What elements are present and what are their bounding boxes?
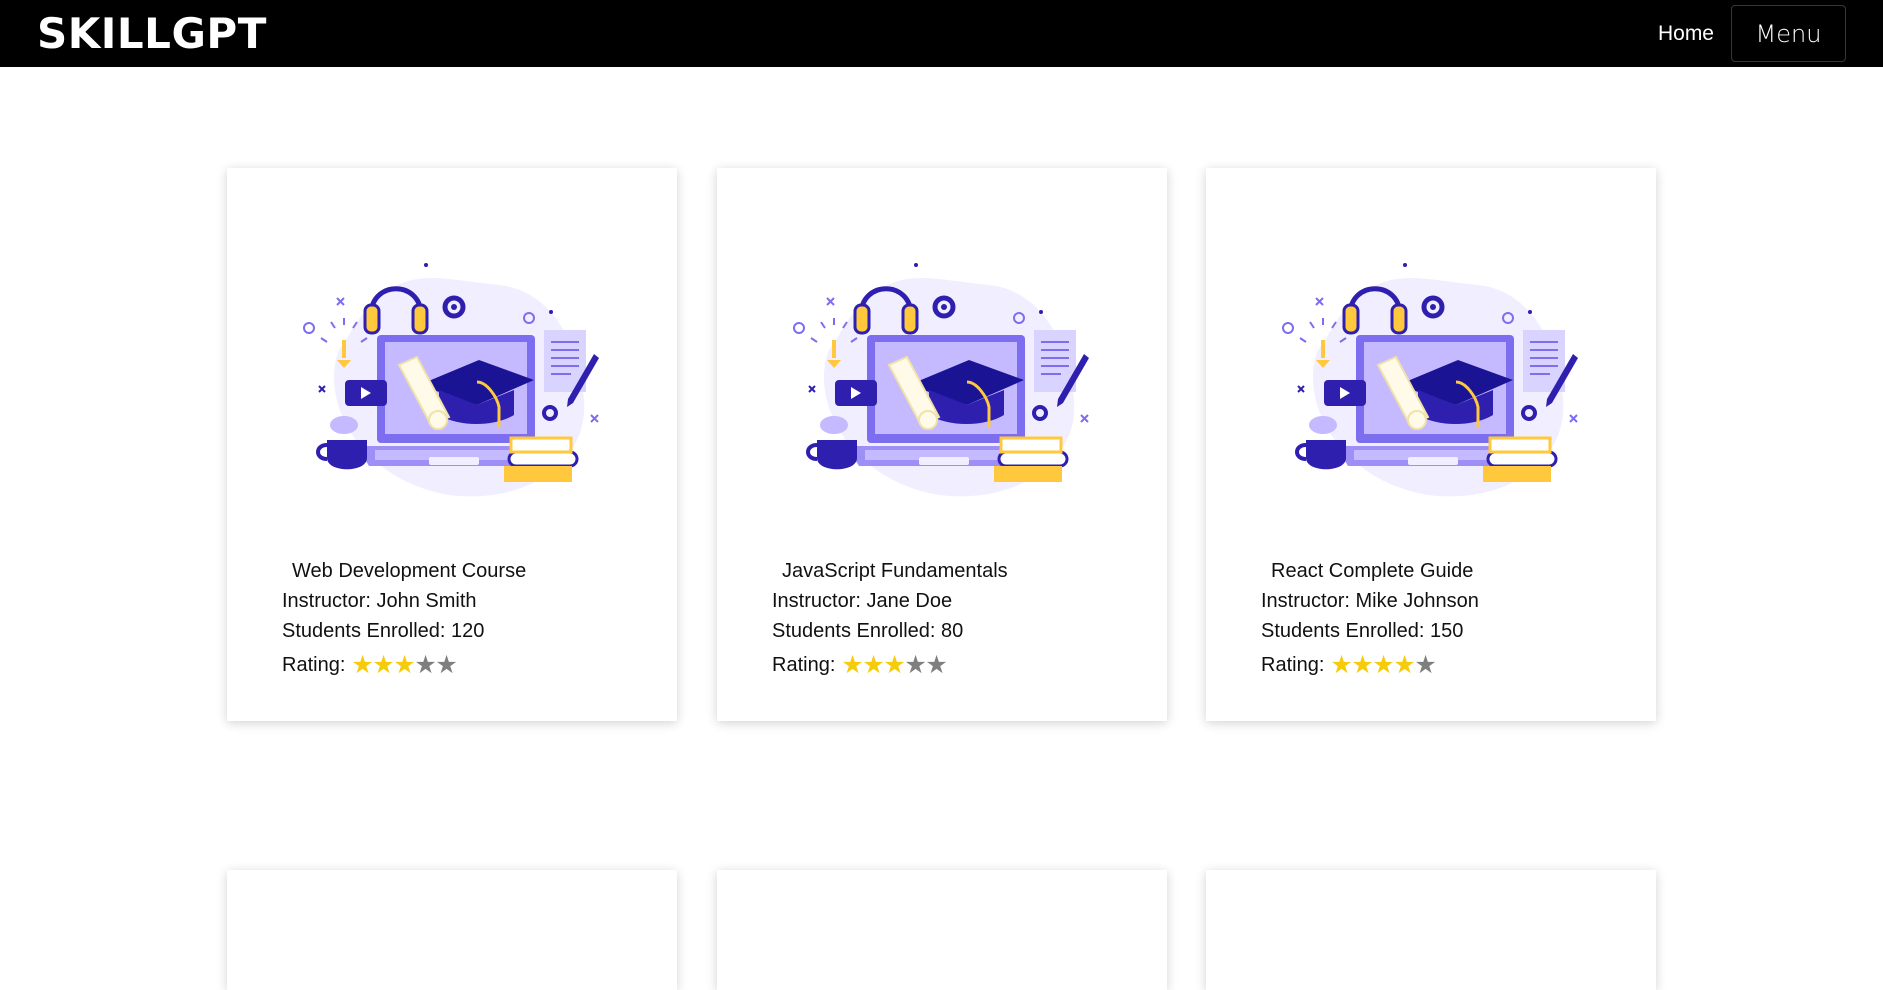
star-filled-icon: ★ xyxy=(883,650,906,679)
course-title: Web Development Course xyxy=(292,560,527,582)
course-students: Students Enrolled: 80 xyxy=(772,620,964,642)
star-empty-icon: ★ xyxy=(925,650,948,679)
star-filled-icon: ★ xyxy=(393,650,416,679)
star-filled-icon: ★ xyxy=(372,650,395,679)
rating-stars: ★ ★ ★ ★ ★ xyxy=(1330,650,1437,679)
star-filled-icon: ★ xyxy=(841,650,864,679)
star-filled-icon: ★ xyxy=(1330,650,1353,679)
course-card[interactable] xyxy=(717,870,1167,990)
course-card[interactable] xyxy=(227,870,677,990)
star-empty-icon: ★ xyxy=(1414,650,1437,679)
online-education-icon xyxy=(789,250,1099,500)
course-students: Students Enrolled: 120 xyxy=(282,620,485,642)
star-filled-icon: ★ xyxy=(1393,650,1416,679)
course-instructor: Instructor: Mike Johnson xyxy=(1261,590,1479,612)
course-card[interactable] xyxy=(1206,870,1656,990)
course-students: Students Enrolled: 150 xyxy=(1261,620,1464,642)
course-info: JavaScript Fundamentals Instructor: Jane… xyxy=(772,556,1008,680)
star-filled-icon: ★ xyxy=(1351,650,1374,679)
star-filled-icon: ★ xyxy=(862,650,885,679)
course-info: React Complete Guide Instructor: Mike Jo… xyxy=(1261,556,1479,680)
star-filled-icon: ★ xyxy=(1372,650,1395,679)
online-education-icon xyxy=(1278,250,1588,500)
course-title: React Complete Guide xyxy=(1271,560,1474,582)
star-empty-icon: ★ xyxy=(435,650,458,679)
star-empty-icon: ★ xyxy=(904,650,927,679)
course-instructor: Instructor: Jane Doe xyxy=(772,590,953,612)
online-education-icon xyxy=(299,250,609,500)
course-card[interactable]: JavaScript Fundamentals Instructor: Jane… xyxy=(717,168,1167,721)
course-card[interactable]: Web Development Course Instructor: John … xyxy=(227,168,677,721)
course-rating: Rating: ★ ★ ★ ★ ★ xyxy=(1261,650,1479,680)
rating-label: Rating: xyxy=(772,654,836,676)
course-info: Web Development Course Instructor: John … xyxy=(282,556,526,680)
star-empty-icon: ★ xyxy=(414,650,437,679)
course-instructor: Instructor: John Smith xyxy=(282,590,477,612)
rating-label: Rating: xyxy=(282,654,346,676)
rating-label: Rating: xyxy=(1261,654,1325,676)
course-rating: Rating: ★ ★ ★ ★ ★ xyxy=(282,650,526,680)
course-rating: Rating: ★ ★ ★ ★ ★ xyxy=(772,650,1008,680)
course-card[interactable]: React Complete Guide Instructor: Mike Jo… xyxy=(1206,168,1656,721)
course-grid: Web Development Course Instructor: John … xyxy=(0,0,1883,990)
course-title: JavaScript Fundamentals xyxy=(782,560,1008,582)
rating-stars: ★ ★ ★ ★ ★ xyxy=(351,650,458,679)
star-filled-icon: ★ xyxy=(351,650,374,679)
rating-stars: ★ ★ ★ ★ ★ xyxy=(841,650,948,679)
